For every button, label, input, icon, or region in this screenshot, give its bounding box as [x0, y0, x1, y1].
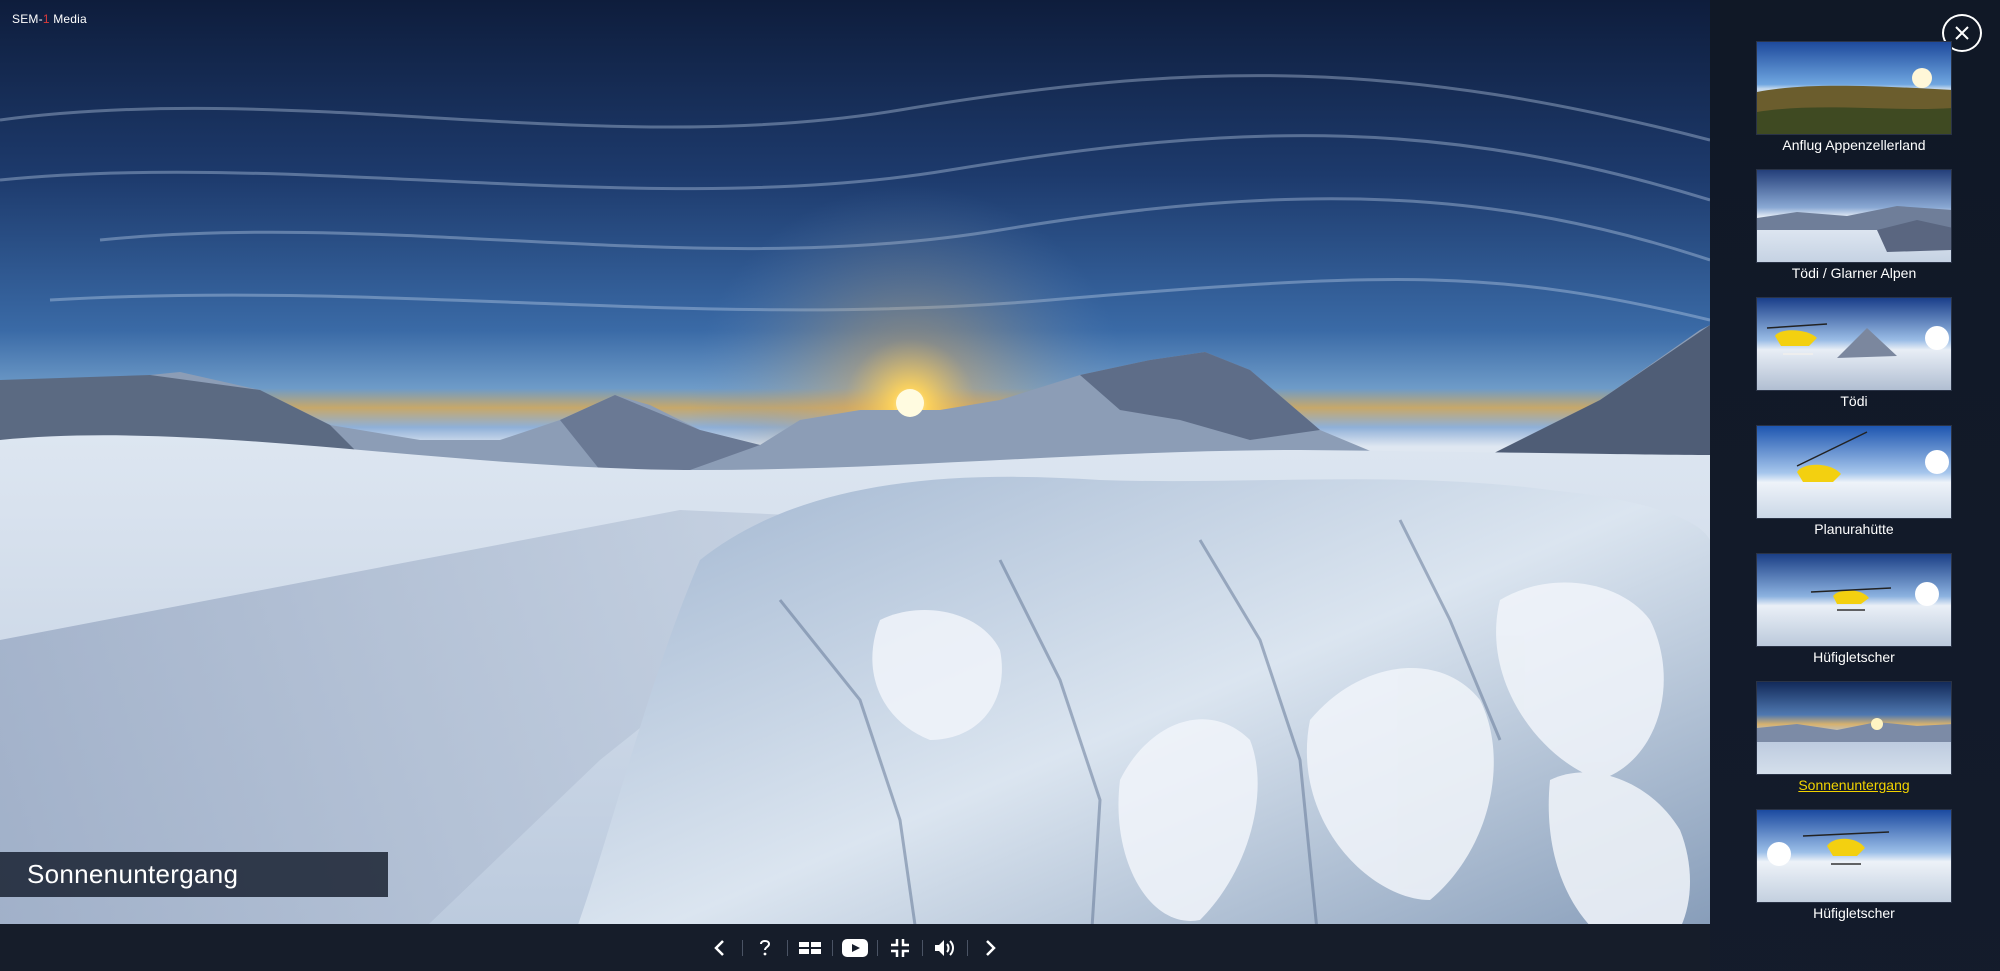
thumbnail-image[interactable] [1756, 41, 1952, 135]
video-button[interactable] [833, 924, 877, 971]
thumbnail-image[interactable] [1756, 425, 1952, 519]
brand-text-accent: 1 [42, 12, 50, 26]
bottom-toolbar [0, 924, 1710, 971]
brand-logo: SEM-1 Media [12, 12, 87, 26]
thumbnail-image[interactable] [1756, 297, 1952, 391]
thumbnails-button[interactable] [788, 924, 832, 971]
panorama-image [0, 0, 1710, 971]
thumbnail-item-anflug-appenzellerland[interactable]: Anflug Appenzellerland [1756, 41, 1952, 153]
thumbnail-label[interactable]: Planurahütte [1756, 521, 1952, 537]
prev-button[interactable] [698, 924, 742, 971]
thumbnail-image[interactable] [1756, 169, 1952, 263]
scene-title-text: Sonnenuntergang [27, 859, 239, 889]
next-button[interactable] [968, 924, 1012, 971]
video-icon [842, 938, 868, 957]
thumbnail-image[interactable] [1756, 681, 1952, 775]
thumbnail-label[interactable]: Tödi [1756, 393, 1952, 409]
thumbnail-item-sonnenuntergang[interactable]: Sonnenuntergang [1756, 681, 1952, 793]
brand-text-2: Media [49, 12, 87, 26]
thumbnail-label[interactable]: Hüfigletscher [1756, 905, 1952, 921]
exit-fullscreen-button[interactable] [878, 924, 922, 971]
thumbnail-item-planurahuette[interactable]: Planurahütte [1756, 425, 1952, 537]
thumbnail-item-toedi[interactable]: Tödi [1756, 297, 1952, 409]
thumbnail-image[interactable] [1756, 553, 1952, 647]
prev-icon [714, 939, 724, 956]
exit-fullscreen-icon [891, 938, 909, 957]
sound-icon [935, 939, 954, 956]
thumbnail-label[interactable]: Anflug Appenzellerland [1756, 137, 1952, 153]
help-icon [760, 939, 771, 955]
brand-text-1: SEM- [12, 12, 43, 26]
thumbnails-icon [799, 941, 821, 954]
thumbnail-label[interactable]: Hüfigletscher [1756, 649, 1952, 665]
close-icon [1955, 26, 1969, 40]
thumbnail-label-active[interactable]: Sonnenuntergang [1756, 777, 1952, 793]
thumbnail-image[interactable] [1756, 809, 1952, 903]
help-button[interactable] [743, 924, 787, 971]
sound-button[interactable] [923, 924, 967, 971]
scene-title: Sonnenuntergang [0, 852, 388, 897]
thumbnail-item-huefigletscher-1[interactable]: Hüfigletscher [1756, 553, 1952, 665]
thumbnail-item-huefigletscher-2[interactable]: Hüfigletscher [1756, 809, 1952, 921]
thumbnail-item-toedi-glarner-alpen[interactable]: Tödi / Glarner Alpen [1756, 169, 1952, 281]
next-icon [986, 939, 996, 956]
panorama-view[interactable] [0, 0, 1710, 971]
thumbnail-label[interactable]: Tödi / Glarner Alpen [1756, 265, 1952, 281]
